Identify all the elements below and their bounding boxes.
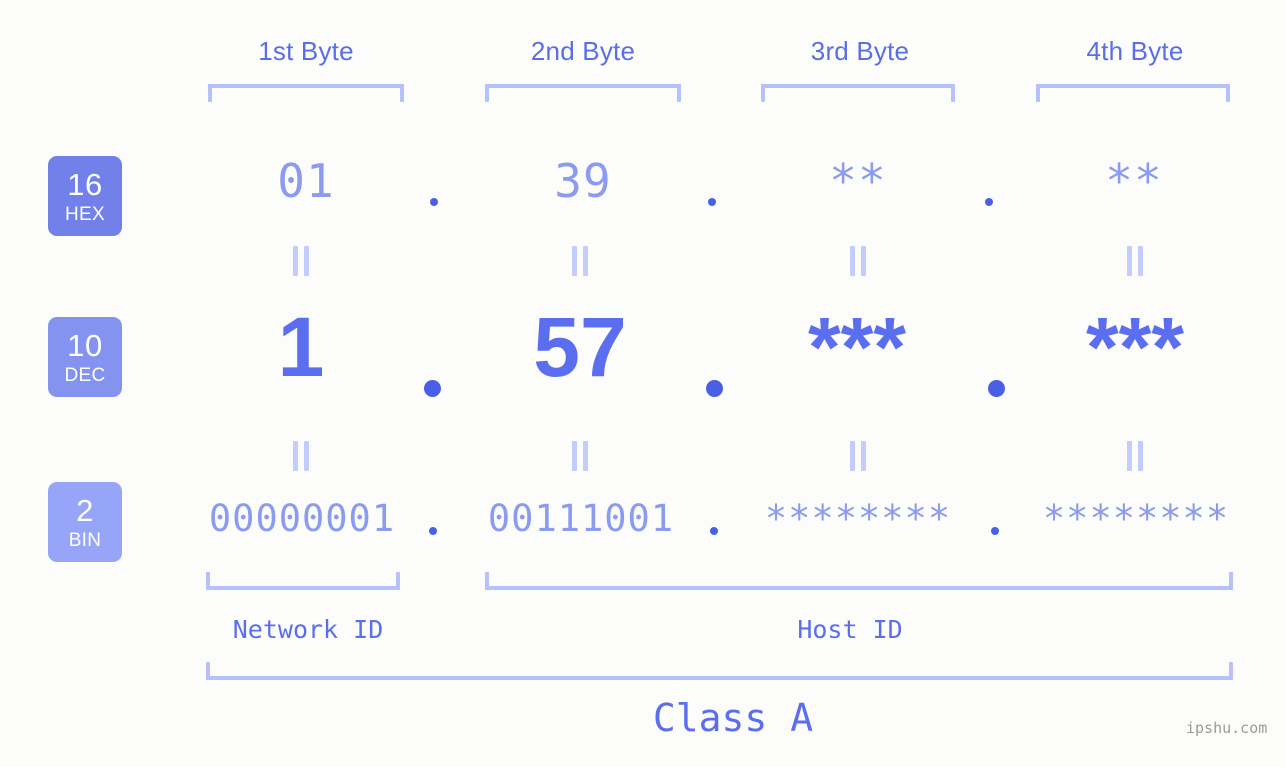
byte-2-top-bracket [485, 84, 681, 104]
base-badge-bin: 2 BIN [48, 482, 122, 562]
class-bracket [206, 660, 1233, 680]
network-id-label: Network ID [232, 615, 384, 644]
equals-marker-hex-dec-2 [572, 246, 588, 276]
ip-address-diagram: 1st Byte 2nd Byte 3rd Byte 4th Byte 16 H… [0, 0, 1285, 767]
equals-marker-hex-dec-3 [850, 246, 866, 276]
hex-byte-3: ** [829, 154, 887, 208]
equals-marker-dec-bin-1 [293, 441, 309, 471]
host-id-label: Host ID [797, 615, 903, 644]
dec-separator-2 [706, 380, 723, 397]
dec-byte-2: 57 [533, 300, 627, 394]
equals-marker-hex-dec-4 [1127, 246, 1143, 276]
bin-separator-1 [429, 527, 437, 535]
hex-byte-1: 01 [277, 154, 335, 208]
hex-byte-4: ** [1105, 154, 1163, 208]
hex-separator-1 [430, 198, 438, 206]
equals-marker-dec-bin-2 [572, 441, 588, 471]
dec-separator-3 [988, 380, 1005, 397]
byte-1-top-bracket [208, 84, 404, 104]
dec-separator-1 [424, 380, 441, 397]
dec-byte-3: *** [807, 300, 907, 394]
base-badge-dec-label: DEC [64, 364, 106, 386]
base-badge-hex-number: 16 [67, 166, 103, 202]
hex-separator-3 [985, 198, 993, 206]
site-watermark: ipshu.com [1186, 719, 1268, 737]
base-badge-dec-number: 10 [67, 327, 103, 363]
network-id-bracket [206, 570, 400, 590]
base-badge-hex: 16 HEX [48, 156, 122, 236]
bin-byte-3: ******** [764, 497, 952, 540]
byte-3-header: 3rd Byte [810, 36, 910, 66]
equals-marker-hex-dec-1 [293, 246, 309, 276]
bin-byte-4: ******** [1042, 497, 1230, 540]
byte-2-header: 2nd Byte [530, 36, 636, 66]
bin-byte-2: 00111001 [487, 497, 675, 540]
base-badge-dec: 10 DEC [48, 317, 122, 397]
bin-byte-1: 00000001 [208, 497, 396, 540]
base-badge-bin-label: BIN [68, 529, 102, 551]
class-label: Class A [652, 696, 814, 740]
equals-marker-dec-bin-3 [850, 441, 866, 471]
hex-separator-2 [708, 198, 716, 206]
hex-byte-2: 39 [554, 154, 612, 208]
dec-byte-1: 1 [277, 300, 325, 394]
byte-4-header: 4th Byte [1086, 36, 1184, 66]
base-badge-bin-number: 2 [76, 492, 94, 528]
host-id-bracket [485, 570, 1233, 590]
byte-3-top-bracket [761, 84, 955, 104]
equals-marker-dec-bin-4 [1127, 441, 1143, 471]
dec-byte-4: *** [1085, 300, 1185, 394]
bin-separator-3 [991, 527, 999, 535]
bin-separator-2 [710, 527, 718, 535]
base-badge-hex-label: HEX [65, 203, 105, 225]
byte-4-top-bracket [1036, 84, 1230, 104]
byte-1-header: 1st Byte [258, 36, 354, 66]
